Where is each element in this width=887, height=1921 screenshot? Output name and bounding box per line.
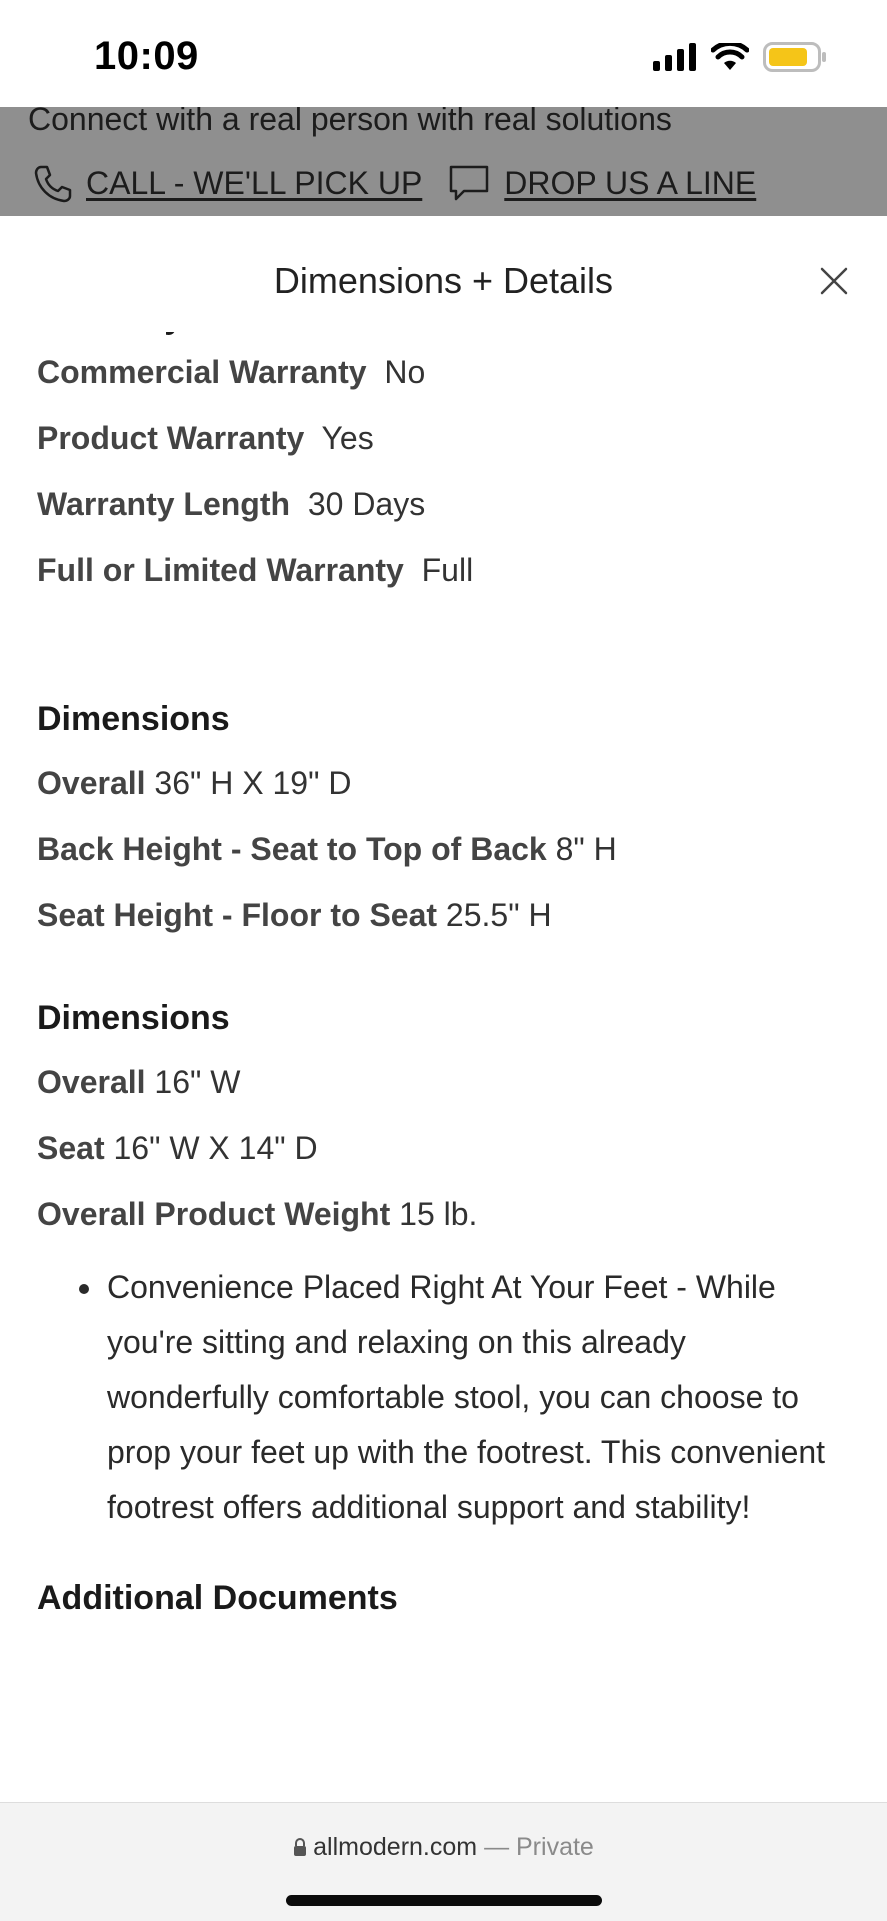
chat-icon: [450, 165, 489, 201]
url-line[interactable]: allmodern.com — Private: [0, 1833, 887, 1862]
spec-value: 16" W X 14" D: [113, 1130, 318, 1166]
browser-address-bar[interactable]: allmodern.com — Private: [0, 1802, 887, 1921]
call-link-label: CALL - WE'LL PICK UP: [86, 164, 423, 201]
spec-value: 16" W: [154, 1064, 241, 1100]
spec-row: Product Warranty Yes: [37, 418, 850, 458]
drop-line-link[interactable]: DROP US A LINE: [448, 163, 756, 203]
spec-label: Seat: [37, 1130, 105, 1166]
spec-label: Seat Height - Floor to Seat: [37, 897, 438, 933]
call-link[interactable]: CALL - WE'LL PICK UP: [32, 163, 422, 203]
warranty-list: Commercial Warranty No Product Warranty …: [37, 352, 850, 590]
spec-row: Seat 16" W X 14" D: [37, 1128, 850, 1168]
spec-value: Full: [421, 552, 474, 588]
close-button[interactable]: [819, 266, 849, 296]
spec-row: Overall 36" H X 19" D: [37, 763, 850, 803]
signal-icon: [653, 43, 696, 71]
status-icons: [653, 42, 827, 72]
feature-item: Convenience Placed Right At Your Feet - …: [105, 1260, 850, 1535]
banner-links: CALL - WE'LL PICK UP DROP US A LINE: [32, 163, 782, 203]
url-domain: allmodern.com: [313, 1833, 478, 1861]
spec-value: No: [384, 354, 426, 390]
spec-label: Overall: [37, 765, 146, 801]
status-time: 10:09: [94, 34, 199, 78]
spec-label: Overall: [37, 1064, 146, 1100]
dimensions-heading: Dimensions: [37, 999, 230, 1037]
spec-label: Overall Product Weight: [37, 1196, 391, 1232]
close-icon: [820, 267, 848, 295]
banner-text: Connect with a real person with real sol…: [28, 107, 672, 137]
warranty-heading: Warranty: [37, 332, 850, 340]
sheet-title: Dimensions + Details: [273, 260, 614, 301]
spec-row: Warranty Length 30 Days: [37, 484, 850, 524]
spec-value: 15 lb.: [399, 1196, 478, 1232]
spec-label: Product Warranty: [37, 420, 305, 456]
dimensions-list: Overall 36" H X 19" D Back Height - Seat…: [37, 763, 850, 935]
spec-label: Full or Limited Warranty: [37, 552, 404, 588]
spec-row: Overall Product Weight 15 lb.: [37, 1194, 850, 1234]
spec-value: Yes: [321, 420, 374, 456]
dimensions-heading: Dimensions: [37, 700, 230, 738]
spec-value: 30 Days: [307, 486, 426, 522]
spec-row: Overall 16" W: [37, 1062, 850, 1102]
status-bar: 10:09: [0, 0, 887, 107]
private-label: — Private: [484, 1833, 594, 1861]
support-banner: Connect with a real person with real sol…: [0, 107, 887, 216]
spec-label: Commercial Warranty: [37, 354, 367, 390]
phone-icon: [34, 165, 72, 203]
spec-value: 8" H: [555, 831, 617, 867]
additional-documents-heading: Additional Documents: [37, 1579, 398, 1617]
drop-line-label: DROP US A LINE: [504, 164, 757, 201]
feature-list: Convenience Placed Right At Your Feet - …: [37, 1260, 850, 1535]
spec-value: 36" H X 19" D: [154, 765, 352, 801]
spec-row: Seat Height - Floor to Seat 25.5" H: [37, 895, 850, 935]
lock-icon: [294, 1838, 307, 1856]
details-sheet: Dimensions + Details Warranty Commercial…: [0, 216, 887, 1802]
home-indicator: [286, 1895, 602, 1906]
battery-icon: [763, 42, 826, 72]
wifi-icon: [711, 43, 749, 70]
dimensions-list: Overall 16" W Seat 16" W X 14" D Overall…: [37, 1062, 850, 1234]
spec-row: Commercial Warranty No: [37, 352, 850, 392]
spec-label: Back Height - Seat to Top of Back: [37, 831, 547, 867]
spec-row: Full or Limited Warranty Full: [37, 550, 850, 590]
spec-row: Back Height - Seat to Top of Back 8" H: [37, 829, 850, 869]
spec-label: Warranty Length: [37, 486, 291, 522]
details-content[interactable]: Warranty Commercial Warranty No Product …: [37, 332, 850, 1802]
spec-value: 25.5" H: [445, 897, 552, 933]
